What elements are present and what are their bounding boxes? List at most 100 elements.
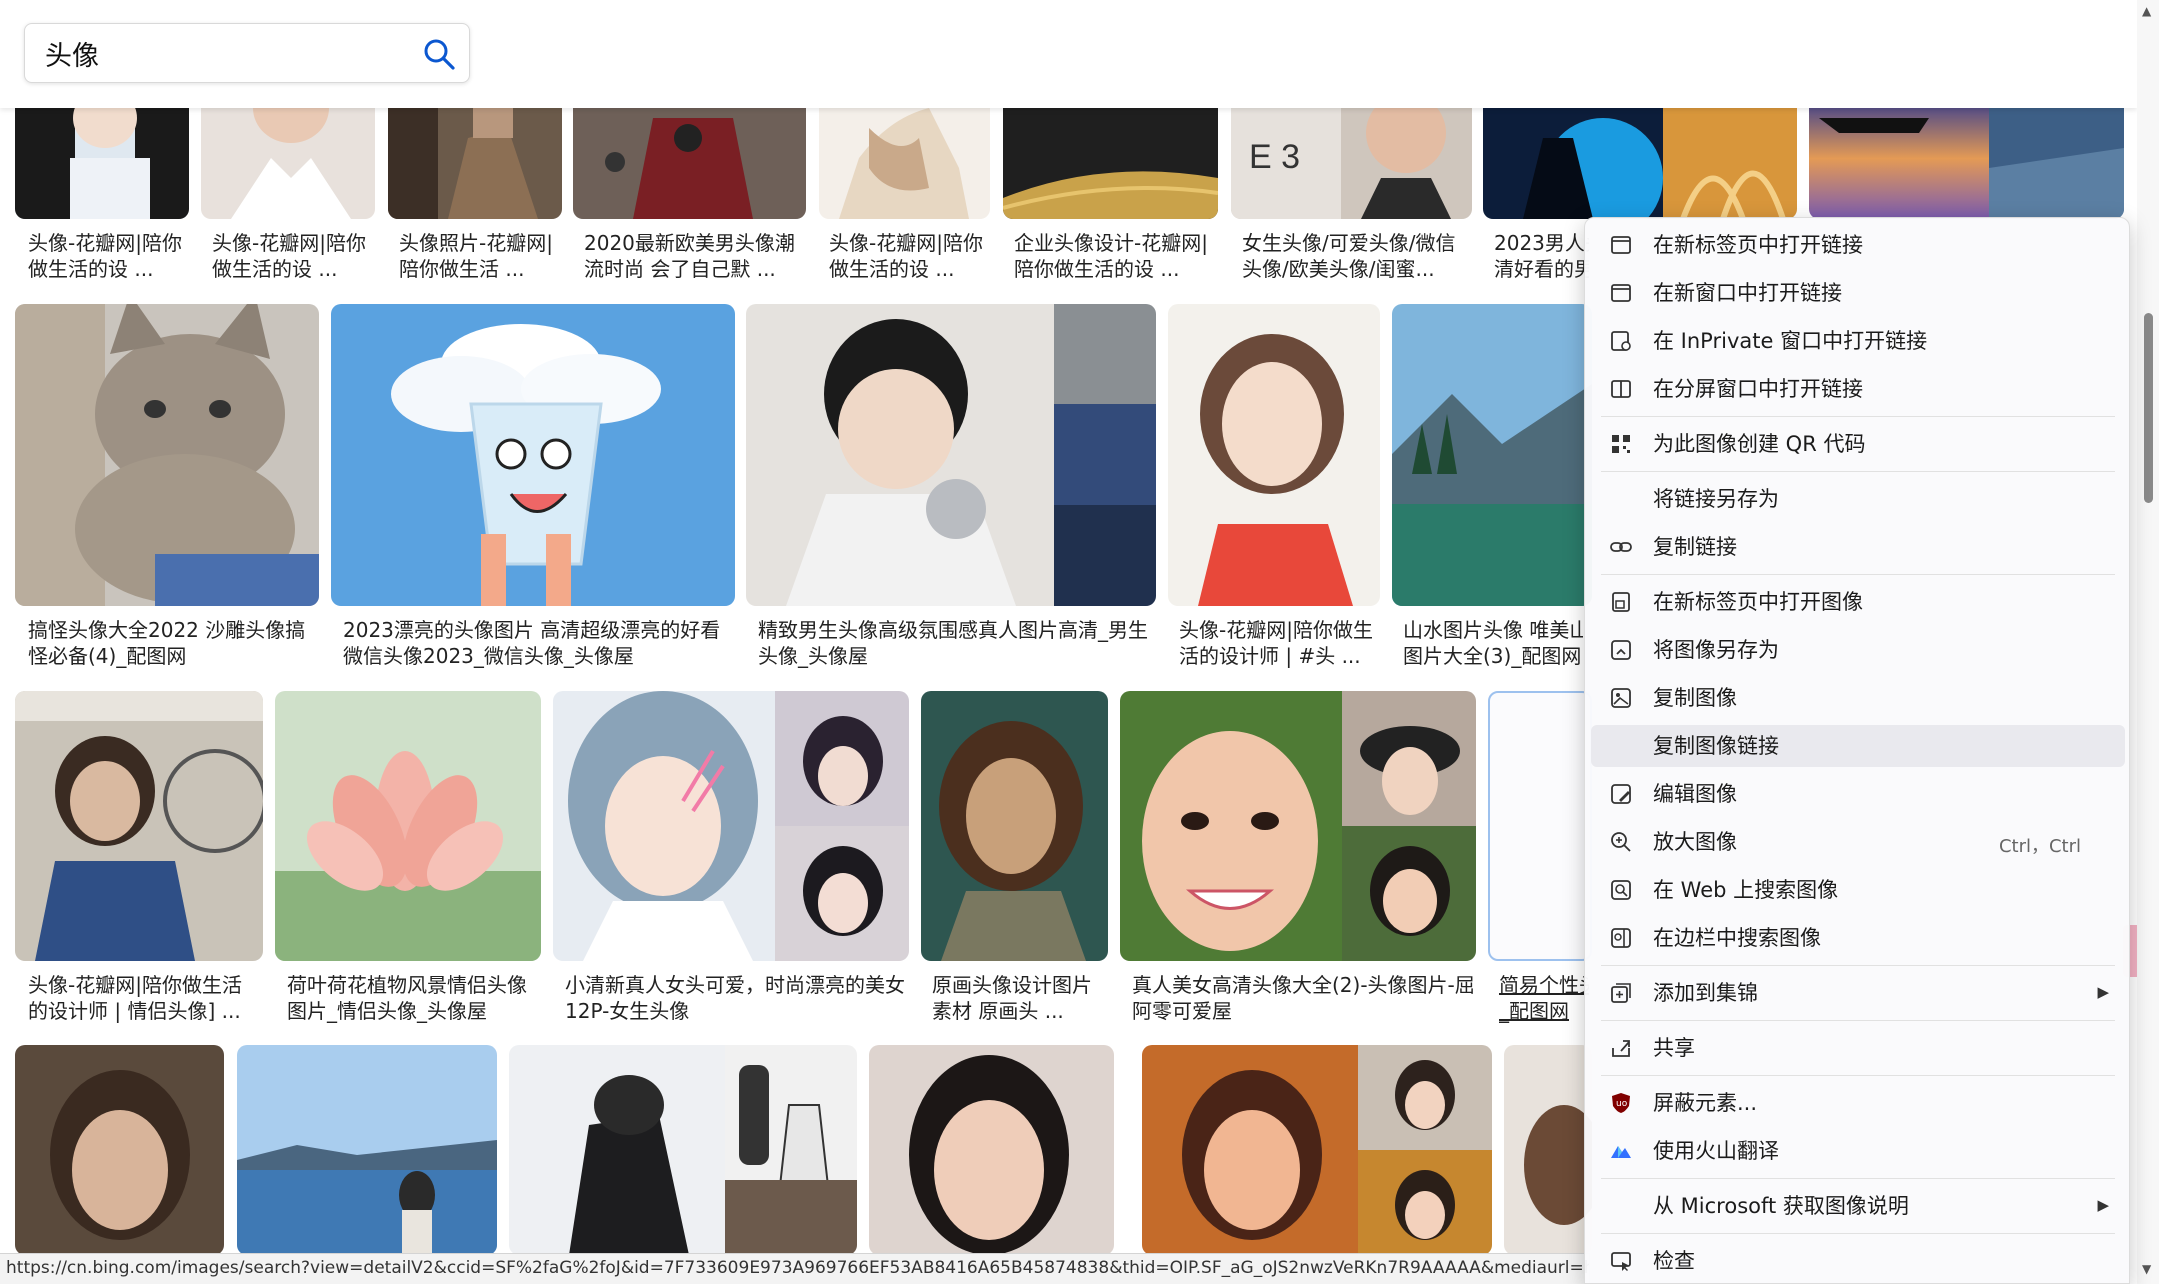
result-image-picture (1483, 98, 1797, 219)
result-image[interactable] (15, 98, 189, 219)
menu-copy-link[interactable]: 复制链接 (1591, 526, 2125, 568)
result-caption[interactable]: 原画头像设计图片 素材 原画头 ... (932, 972, 1108, 1024)
result-image[interactable] (1483, 98, 1797, 219)
menu-separator (1601, 574, 2115, 575)
result-image[interactable] (275, 691, 541, 961)
zoom-shortcut: Ctrl，Ctrl (1998, 836, 2081, 857)
result-image[interactable] (201, 98, 375, 219)
result-image[interactable]: E 3 (1231, 98, 1472, 219)
scroll-up-icon[interactable]: ▲ (2142, 4, 2151, 18)
result-caption[interactable]: 头像-花瓣网|陪你做生活 的设计师 | 情侣头像] ... (28, 972, 263, 1024)
menu-open-image-new-tab[interactable]: 在新标签页中打开图像 (1591, 581, 2125, 623)
menu-save-image-as[interactable]: 将图像另存为 (1591, 629, 2125, 671)
result-caption[interactable]: 2020最新欧美男头像潮 流时尚 会了自己默 ... (584, 230, 806, 282)
share-icon (1612, 1040, 1630, 1057)
menu-block-element[interactable]: uo 屏蔽元素... (1591, 1082, 2125, 1124)
result-caption[interactable]: 搞怪头像大全2022 沙雕头像搞 怪必备(4)_配图网 (28, 617, 318, 669)
result-caption[interactable]: 小清新真人女头可爱，时尚漂亮的美女 12P-女生头像 (565, 972, 908, 1024)
result-caption[interactable]: 头像-花瓣网|陪你 做生活的设 ... (212, 230, 372, 282)
menu-add-to-collections[interactable]: 添加到集锦 ▶ (1591, 972, 2125, 1014)
result-caption[interactable]: 头像-花瓣网|陪你做生 活的设计师 | #头 ... (1179, 617, 1379, 669)
result-caption[interactable]: 头像照片-花瓣网| 陪你做生活 ... (399, 230, 562, 282)
scrollbar-thumb[interactable] (2144, 313, 2153, 503)
result-image[interactable] (1003, 98, 1218, 219)
result-image[interactable] (1392, 304, 1592, 606)
result-image-picture (1809, 98, 2124, 219)
search-icon[interactable] (421, 36, 457, 72)
result-image[interactable] (1809, 98, 2124, 219)
result-image-picture (275, 691, 541, 961)
result-image-picture (331, 304, 735, 606)
result-caption[interactable]: 精致男生头像高级氛围感真人图片高清_男生 头像_头像屋 (758, 617, 1154, 669)
svg-text:uo: uo (1616, 1099, 1628, 1109)
menu-zoom-image[interactable]: 放大图像 Ctrl，Ctrl (1591, 821, 2125, 863)
link-icon (1610, 542, 1632, 552)
result-image-picture (15, 691, 263, 961)
menu-share[interactable]: 共享 (1591, 1027, 2125, 1069)
menu-search-image-sidebar[interactable]: 在边栏中搜索图像 (1591, 917, 2125, 959)
result-image[interactable] (331, 304, 735, 606)
result-image[interactable] (921, 691, 1108, 961)
result-caption[interactable]: 山水图片头像 唯美山 图片大全(3)_配图网 (1403, 617, 1583, 669)
result-image-picture (869, 1045, 1114, 1255)
menu-create-qr-code[interactable]: 为此图像创建 QR 代码 (1591, 423, 2125, 465)
result-image-picture (746, 304, 1156, 606)
result-image[interactable] (1142, 1045, 1492, 1255)
result-image-selected[interactable] (1488, 691, 1592, 961)
ublock-icon: uo (1612, 1093, 1630, 1113)
result-caption[interactable]: 头像-花瓣网|陪你 做生活的设 ... (28, 230, 188, 282)
menu-copy-image-link[interactable]: 复制图像链接 (1591, 725, 2125, 767)
result-image[interactable] (1504, 1045, 1592, 1255)
page-scrollbar[interactable]: ▲ ▼ (2137, 0, 2159, 1284)
result-image-picture (388, 98, 562, 219)
result-caption[interactable]: 真人美女高清头像大全(2)-头像图片-屈 阿零可爱屋 (1132, 972, 1476, 1024)
result-image[interactable] (573, 98, 806, 219)
result-image[interactable] (1168, 304, 1380, 606)
result-image[interactable] (509, 1045, 857, 1255)
context-menu: 在新标签页中打开链接 在新窗口中打开链接 在 InPrivate 窗口中打开链接… (1584, 217, 2130, 1284)
result-image[interactable] (869, 1045, 1114, 1255)
result-image[interactable] (1120, 691, 1476, 961)
menu-edit-image[interactable]: 编辑图像 (1591, 773, 2125, 815)
menu-open-link-new-window[interactable]: 在新窗口中打开链接 (1591, 272, 2125, 314)
result-image[interactable] (237, 1045, 497, 1255)
menu-copy-image[interactable]: 复制图像 (1591, 677, 2125, 719)
result-caption[interactable]: 企业头像设计-花瓣网| 陪你做生活的设 ... (1014, 230, 1218, 282)
result-image[interactable] (15, 691, 263, 961)
result-image[interactable] (553, 691, 909, 961)
zoom-in-icon (1611, 832, 1631, 852)
result-caption[interactable]: 简易个性头 _配图网 (1499, 972, 1589, 1024)
svg-text:E 3: E 3 (1249, 138, 1300, 176)
menu-volcano-translate[interactable]: 使用火山翻译 (1591, 1130, 2125, 1172)
menu-search-image-web[interactable]: 在 Web 上搜索图像 (1591, 869, 2125, 911)
copy-image-icon (1611, 688, 1631, 708)
menu-separator (1601, 965, 2115, 966)
result-caption[interactable]: 头像-花瓣网|陪你 做生活的设 ... (829, 230, 989, 282)
menu-separator (1601, 416, 2115, 417)
search-box (24, 23, 470, 83)
result-image[interactable] (746, 304, 1156, 606)
result-caption[interactable]: 女生头像/可爱头像/微信 头像/欧美头像/闺蜜... (1242, 230, 1472, 282)
scroll-down-icon[interactable]: ▼ (2142, 1262, 2151, 1276)
split-screen-icon (1611, 380, 1631, 398)
open-image-tab-icon (1612, 592, 1630, 612)
result-image[interactable] (15, 1045, 224, 1255)
menu-inspect[interactable]: 检查 (1591, 1240, 2125, 1282)
menu-open-link-split-screen[interactable]: 在分屏窗口中打开链接 (1591, 368, 2125, 410)
status-bar-url: https://cn.bing.com/images/search?view=d… (0, 1253, 1590, 1284)
menu-separator (1601, 1178, 2115, 1179)
menu-get-image-description[interactable]: 从 Microsoft 获取图像说明 ▶ (1591, 1185, 2125, 1227)
result-caption[interactable]: 2023漂亮的头像图片 高清超级漂亮的好看 微信头像2023_微信头像_头像屋 (343, 617, 733, 669)
result-image[interactable] (15, 304, 319, 606)
result-caption[interactable]: 2023男人头清好看的男 (1494, 230, 1589, 282)
inprivate-icon (1611, 331, 1631, 351)
result-image[interactable] (388, 98, 562, 219)
header (0, 0, 2137, 108)
menu-open-link-inprivate[interactable]: 在 InPrivate 窗口中打开链接 (1591, 320, 2125, 362)
inspect-icon (1611, 1252, 1631, 1271)
search-input[interactable] (45, 36, 405, 70)
result-caption[interactable]: 荷叶荷花植物风景情侣头像 图片_情侣头像_头像屋 (287, 972, 539, 1024)
menu-open-link-new-tab[interactable]: 在新标签页中打开链接 (1591, 224, 2125, 266)
result-image[interactable] (819, 98, 990, 219)
menu-save-link-as[interactable]: 将链接另存为 (1591, 478, 2125, 520)
